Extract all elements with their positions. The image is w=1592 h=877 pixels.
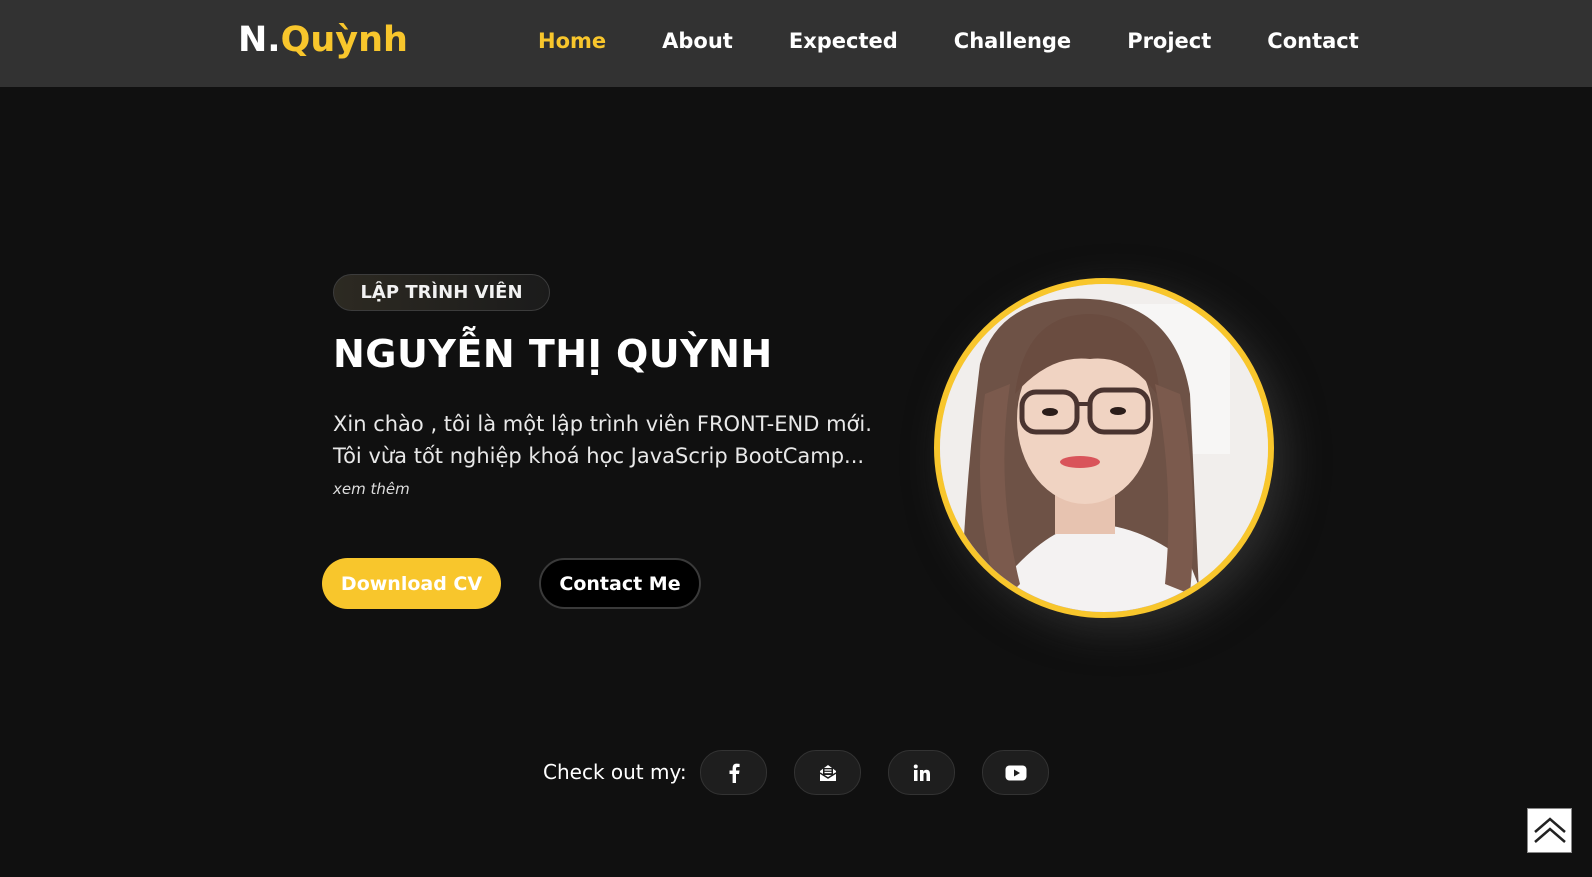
main-nav: Home About Expected Challenge Project Co… [538,29,1359,53]
double-chevron-up-icon [1533,816,1566,843]
linkedin-icon [913,764,930,781]
nav-about[interactable]: About [662,29,733,53]
nav-project[interactable]: Project [1127,29,1211,53]
nav-contact[interactable]: Contact [1267,29,1359,53]
mail-icon [819,764,836,781]
contact-me-button[interactable]: Contact Me [539,558,701,609]
logo-prefix: N. [238,20,281,60]
nav-home[interactable]: Home [538,29,606,53]
logo-name: Quỳnh [280,20,408,60]
linkedin-button[interactable] [888,750,955,795]
facebook-icon [729,763,740,783]
youtube-icon [1005,765,1026,780]
profile-photo-illustration [940,284,1268,612]
mail-button[interactable] [794,750,861,795]
back-to-top-button[interactable] [1527,808,1572,853]
youtube-button[interactable] [982,750,1049,795]
role-badge: LẬP TRÌNH VIÊN [333,274,550,311]
facebook-button[interactable] [700,750,767,795]
site-header: N. Quỳnh Home About Expected Challenge Pr… [0,0,1592,87]
logo[interactable]: N. Quỳnh [238,20,408,60]
social-label: Check out my: [543,760,687,784]
profile-photo [934,278,1274,618]
intro-text: Xin chào , tôi là một lập trình viên FRO… [333,412,872,468]
avatar [934,278,1274,618]
page-title: NGUYỄN THỊ QUỲNH [333,332,773,376]
nav-expected[interactable]: Expected [789,29,898,53]
nav-challenge[interactable]: Challenge [954,29,1071,53]
see-more-link[interactable]: xem thêm [333,480,410,498]
download-cv-button[interactable]: Download CV [322,558,501,609]
